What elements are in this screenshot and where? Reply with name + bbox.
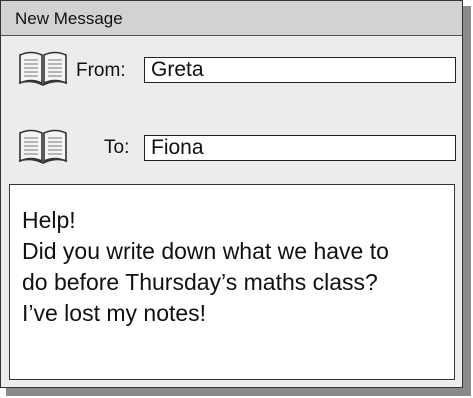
from-label: From:	[76, 60, 126, 81]
message-line: Help!	[22, 207, 76, 233]
message-line: do before Thursday’s maths class?	[22, 269, 378, 295]
title-bar: New Message	[1, 1, 462, 36]
address-book-icon[interactable]	[18, 49, 68, 87]
from-field[interactable]: Greta	[144, 57, 456, 83]
new-message-window: New Message From: Greta To: Fiona Help! …	[0, 0, 463, 388]
address-book-icon[interactable]	[18, 127, 68, 165]
to-label: To:	[104, 137, 130, 158]
message-line: I’ve lost my notes!	[22, 300, 207, 326]
to-field[interactable]: Fiona	[144, 135, 456, 161]
message-body[interactable]: Help! Did you write down what we have to…	[9, 184, 455, 380]
message-line: Did you write down what we have to	[22, 238, 389, 264]
window-title: New Message	[15, 9, 123, 28]
